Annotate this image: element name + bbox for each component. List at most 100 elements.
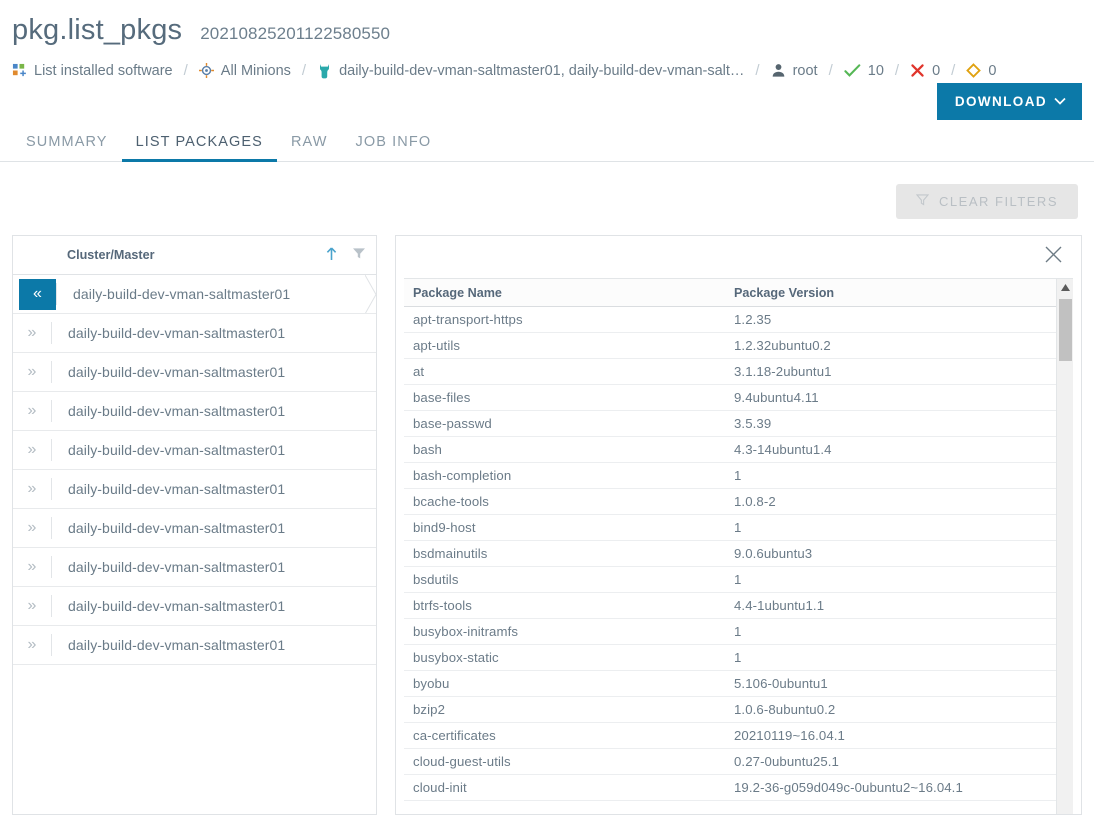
collapse-icon[interactable]: « <box>19 278 56 310</box>
close-icon[interactable] <box>1044 245 1063 269</box>
cluster-master-panel: Cluster/Master « daily-build-dev-vman-sal… <box>12 235 377 815</box>
user-icon <box>771 63 786 78</box>
table-row[interactable]: base-passwd 3.5.39 <box>404 411 1056 437</box>
package-name-cell: cloud-init <box>413 780 467 795</box>
cluster-master-name: daily-build-dev-vman-saltmaster01 <box>68 403 286 419</box>
table-row[interactable]: cloud-guest-utils 0.27-0ubuntu25.1 <box>404 749 1056 775</box>
expand-icon[interactable]: » <box>13 587 51 625</box>
package-name-cell: busybox-initramfs <box>413 624 519 639</box>
cluster-master-row[interactable]: » daily-build-dev-vman-saltmaster01 <box>13 392 376 431</box>
package-icon <box>12 63 27 78</box>
cluster-master-row[interactable]: » daily-build-dev-vman-saltmaster01 <box>13 626 376 665</box>
breadcrumb-separator: / <box>828 62 833 79</box>
table-row[interactable]: bzip2 1.0.6-8ubuntu0.2 <box>404 697 1056 723</box>
package-version-cell: 20210119~16.04.1 <box>734 728 845 743</box>
table-row[interactable]: bash 4.3-14ubuntu1.4 <box>404 437 1056 463</box>
breadcrumb-item-changes[interactable]: 0 <box>966 63 996 79</box>
cluster-master-row[interactable]: » daily-build-dev-vman-saltmaster01 <box>13 587 376 626</box>
package-version-cell: 3.1.18-2ubuntu1 <box>734 364 832 379</box>
cluster-master-rows: « daily-build-dev-vman-saltmaster01 » daily… <box>13 275 377 665</box>
package-version-cell: 4.4-1ubuntu1.1 <box>734 598 825 613</box>
table-row[interactable]: cloud-init 19.2-36-g059d049c-0ubuntu2~16.… <box>404 775 1056 801</box>
scrollbar-thumb[interactable] <box>1059 299 1072 361</box>
expand-icon[interactable]: » <box>13 353 51 391</box>
expand-icon[interactable]: » <box>13 470 51 508</box>
package-name-cell: at <box>413 364 425 379</box>
cluster-master-name: daily-build-dev-vman-saltmaster01 <box>68 442 286 458</box>
expand-icon[interactable]: » <box>13 548 51 586</box>
cluster-master-row[interactable]: » daily-build-dev-vman-saltmaster01 <box>13 548 376 587</box>
breadcrumb-item-success[interactable]: 10 <box>844 63 884 79</box>
tab-job-info[interactable]: JOB INFO <box>342 128 446 162</box>
cluster-master-row[interactable]: » daily-build-dev-vman-saltmaster01 <box>13 314 376 353</box>
breadcrumb-label: 10 <box>867 62 884 79</box>
tab-raw[interactable]: RAW <box>277 128 342 162</box>
breadcrumb-label: root <box>792 62 818 79</box>
breadcrumb-item-function[interactable]: List installed software <box>12 63 173 79</box>
table-row[interactable]: apt-transport-https 1.2.35 <box>404 307 1056 333</box>
column-header-cluster-master: Cluster/Master <box>67 248 155 262</box>
expand-icon[interactable]: » <box>13 314 51 352</box>
breadcrumb-item-minions[interactable]: daily-build-dev-vman-saltmaster01, daily… <box>317 63 744 79</box>
package-name-cell: byobu <box>413 676 450 691</box>
target-icon <box>198 63 214 78</box>
table-row[interactable]: base-files 9.4ubuntu4.11 <box>404 385 1056 411</box>
table-row[interactable]: bcache-tools 1.0.8-2 <box>404 489 1056 515</box>
expand-icon[interactable]: » <box>13 509 51 547</box>
table-row[interactable]: btrfs-tools 4.4-1ubuntu1.1 <box>404 593 1056 619</box>
expand-icon[interactable]: » <box>13 626 51 664</box>
breadcrumb-item-failure[interactable]: 0 <box>910 63 940 79</box>
table-row[interactable]: busybox-static 1 <box>404 645 1056 671</box>
package-name-cell: bzip2 <box>413 702 446 717</box>
package-version-cell: 0.27-0ubuntu25.1 <box>734 754 839 769</box>
expand-icon[interactable]: » <box>13 431 51 469</box>
breadcrumb-item-user[interactable]: root <box>771 63 818 79</box>
package-version-cell: 1 <box>734 572 742 587</box>
table-row[interactable]: bind9-host 1 <box>404 515 1056 541</box>
package-version-cell: 9.0.6ubuntu3 <box>734 546 813 561</box>
download-button[interactable]: DOWNLOAD <box>936 83 1082 120</box>
clear-filters-label: CLEAR FILTERS <box>939 194 1058 209</box>
table-row[interactable]: byobu 5.106-0ubuntu1 <box>404 671 1056 697</box>
tab-list-packages[interactable]: LIST PACKAGES <box>121 128 277 162</box>
breadcrumb-label: 0 <box>988 62 997 79</box>
package-name-cell: base-files <box>413 390 471 405</box>
funnel-icon[interactable] <box>352 247 366 263</box>
column-header-package-name: Package Name <box>413 285 502 300</box>
tab-summary[interactable]: SUMMARY <box>12 128 122 162</box>
cluster-master-row[interactable]: » daily-build-dev-vman-saltmaster01 <box>13 431 376 470</box>
sort-ascending-icon[interactable] <box>325 246 338 265</box>
table-row[interactable]: bsdmainutils 9.0.6ubuntu3 <box>404 541 1056 567</box>
cluster-master-row[interactable]: » daily-build-dev-vman-saltmaster01 <box>13 353 376 392</box>
table-row[interactable]: ca-certificates 20210119~16.04.1 <box>404 723 1056 749</box>
download-button-label: DOWNLOAD <box>954 94 1047 109</box>
package-version-cell: 3.5.39 <box>734 416 772 431</box>
package-version-cell: 19.2-36-g059d049c-0ubuntu2~16.04.1 <box>734 780 963 795</box>
breadcrumb-separator: / <box>894 62 900 79</box>
cluster-master-row[interactable]: » daily-build-dev-vman-saltmaster01 <box>13 470 376 509</box>
package-name-cell: cloud-guest-utils <box>413 754 511 769</box>
package-version-cell: 1 <box>734 468 742 483</box>
packages-table: Package Name Package Version apt-transpo… <box>404 279 1056 814</box>
table-row[interactable]: bash-completion 1 <box>404 463 1056 489</box>
package-name-cell: apt-utils <box>413 338 461 353</box>
cluster-master-header: Cluster/Master <box>13 236 376 275</box>
table-row[interactable]: apt-utils 1.2.32ubuntu0.2 <box>404 333 1056 359</box>
clear-filters-button[interactable]: CLEAR FILTERS <box>896 184 1078 219</box>
main-content: Cluster/Master « daily-build-dev-vman-sal… <box>0 219 1094 815</box>
package-version-cell: 1 <box>734 520 742 535</box>
packages-scrollbar[interactable] <box>1056 279 1073 814</box>
cluster-master-name: daily-build-dev-vman-saltmaster01 <box>68 481 286 497</box>
table-row[interactable]: bsdutils 1 <box>404 567 1056 593</box>
table-row[interactable]: at 3.1.18-2ubuntu1 <box>404 359 1056 385</box>
table-row[interactable]: busybox-initramfs 1 <box>404 619 1056 645</box>
scroll-up-icon[interactable] <box>1057 279 1073 296</box>
package-name-cell: bcache-tools <box>413 494 489 509</box>
breadcrumb: List installed software / All Minions / <box>12 62 1082 79</box>
expand-icon[interactable]: » <box>13 392 51 430</box>
package-name-cell: base-passwd <box>413 416 492 431</box>
breadcrumb-separator: / <box>755 62 760 79</box>
breadcrumb-item-target[interactable]: All Minions <box>198 63 291 79</box>
cluster-master-row[interactable]: » daily-build-dev-vman-saltmaster01 <box>13 509 376 548</box>
cluster-master-row[interactable]: « daily-build-dev-vman-saltmaster01 <box>13 275 377 314</box>
